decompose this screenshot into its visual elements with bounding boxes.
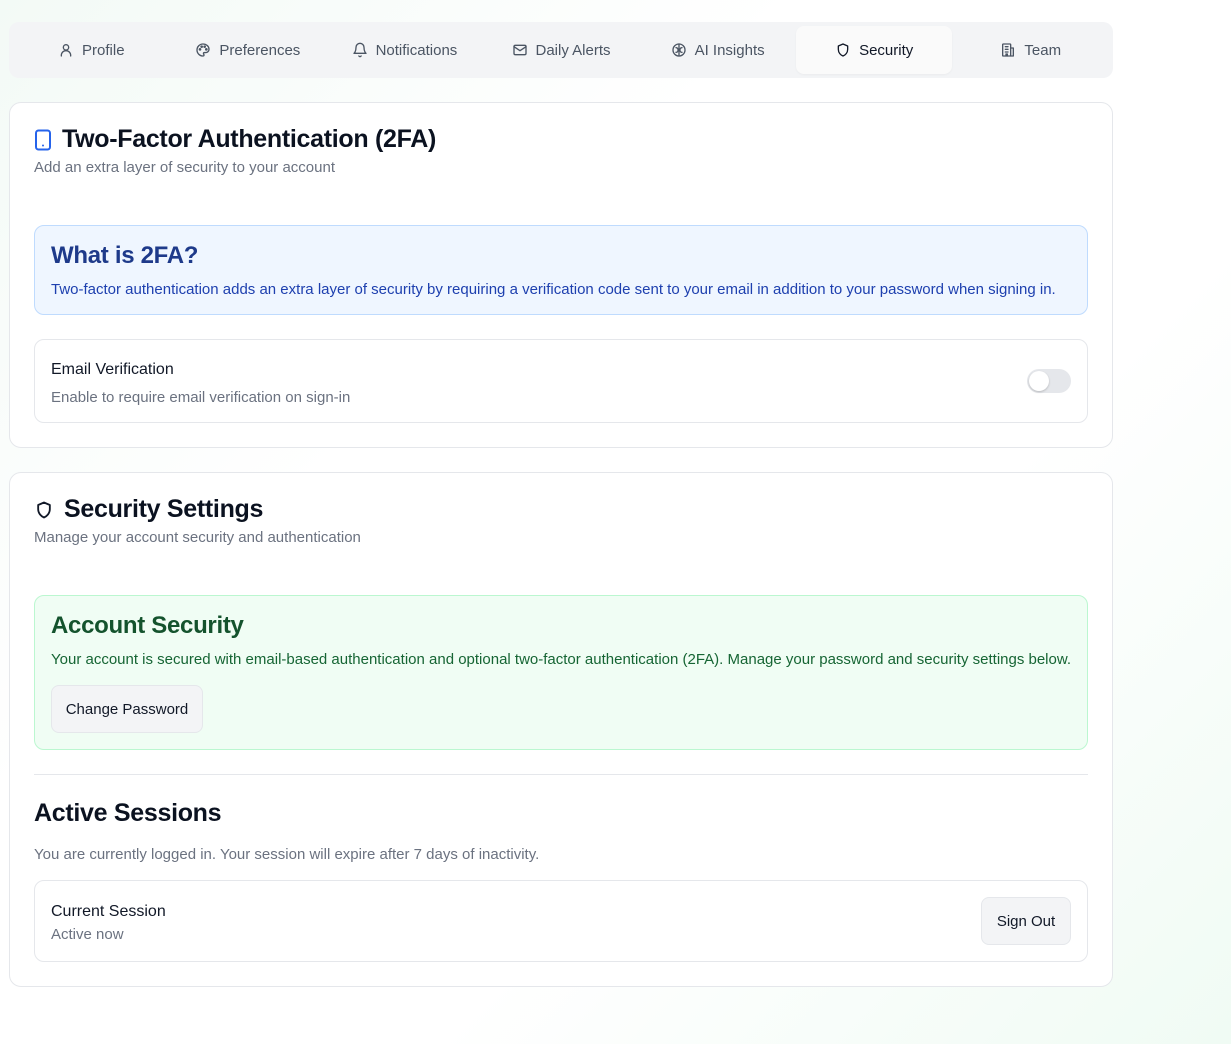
current-session-status: Active now [51,926,124,943]
two-factor-card: Two-Factor Authentication (2FA) Add an e… [9,102,1113,448]
sign-out-button[interactable]: Sign Out [981,897,1071,945]
two-factor-info-text: Two-factor authentication adds an extra … [51,281,1056,298]
tab-label: AI Insights [694,41,765,59]
email-verification-description: Enable to require email verification on … [51,389,351,406]
smartphone-icon [35,129,51,150]
tab-team[interactable]: Team [952,26,1109,74]
palette-icon [196,43,211,57]
tab-profile[interactable]: Profile [13,26,170,74]
account-security-panel: Account Security Your account is secured… [34,595,1088,750]
toggle-knob [1029,371,1049,391]
active-sessions-description: You are currently logged in. Your sessio… [34,846,540,863]
current-session-title: Current Session [51,903,166,920]
tab-label: Profile [82,41,125,59]
two-factor-heading: Two-Factor Authentication (2FA) [34,125,436,154]
two-factor-subtitle: Add an extra layer of security to your a… [34,159,335,176]
security-settings-subtitle: Manage your account security and authent… [34,529,361,546]
security-settings-heading: Security Settings [34,495,263,524]
tab-label: Daily Alerts [535,41,611,59]
active-sessions-title: Active Sessions [34,799,222,827]
account-security-title: Account Security [51,612,244,639]
tab-security[interactable]: Security [795,26,953,74]
change-password-button[interactable]: Change Password [51,685,203,733]
account-security-text: Your account is secured with email-based… [51,651,1072,668]
tab-ai-insights[interactable]: AI Insights [639,26,796,74]
bell-icon [352,42,367,58]
email-verification-row: Email Verification Enable to require ema… [34,339,1088,423]
user-icon [60,44,72,57]
two-factor-info-title: What is 2FA? [51,242,199,269]
email-verification-title: Email Verification [51,361,174,378]
email-verification-toggle[interactable] [1027,369,1071,393]
tab-label: Security [859,41,914,59]
security-settings-card: Security Settings Manage your account se… [9,472,1113,987]
security-settings-title: Security Settings [64,495,264,523]
tab-label: Preferences [219,41,301,59]
two-factor-info-panel: What is 2FA? Two-factor authentication a… [34,225,1088,315]
tab-label: Team [1024,41,1062,59]
section-divider [34,774,1088,775]
tab-label: Notifications [375,41,458,59]
two-factor-title: Two-Factor Authentication (2FA) [62,125,437,153]
settings-tabs: Profile Preferences Notifications Daily … [9,22,1113,78]
mail-icon [512,44,527,56]
shield-icon [37,501,51,518]
brain-icon [671,43,686,57]
tab-notifications[interactable]: Notifications [326,26,483,74]
building-icon [1002,43,1015,57]
current-session-row: Current Session Active now Sign Out [34,880,1088,962]
shield-icon [837,43,849,57]
tab-daily-alerts[interactable]: Daily Alerts [483,26,640,74]
tab-preferences[interactable]: Preferences [170,26,327,74]
